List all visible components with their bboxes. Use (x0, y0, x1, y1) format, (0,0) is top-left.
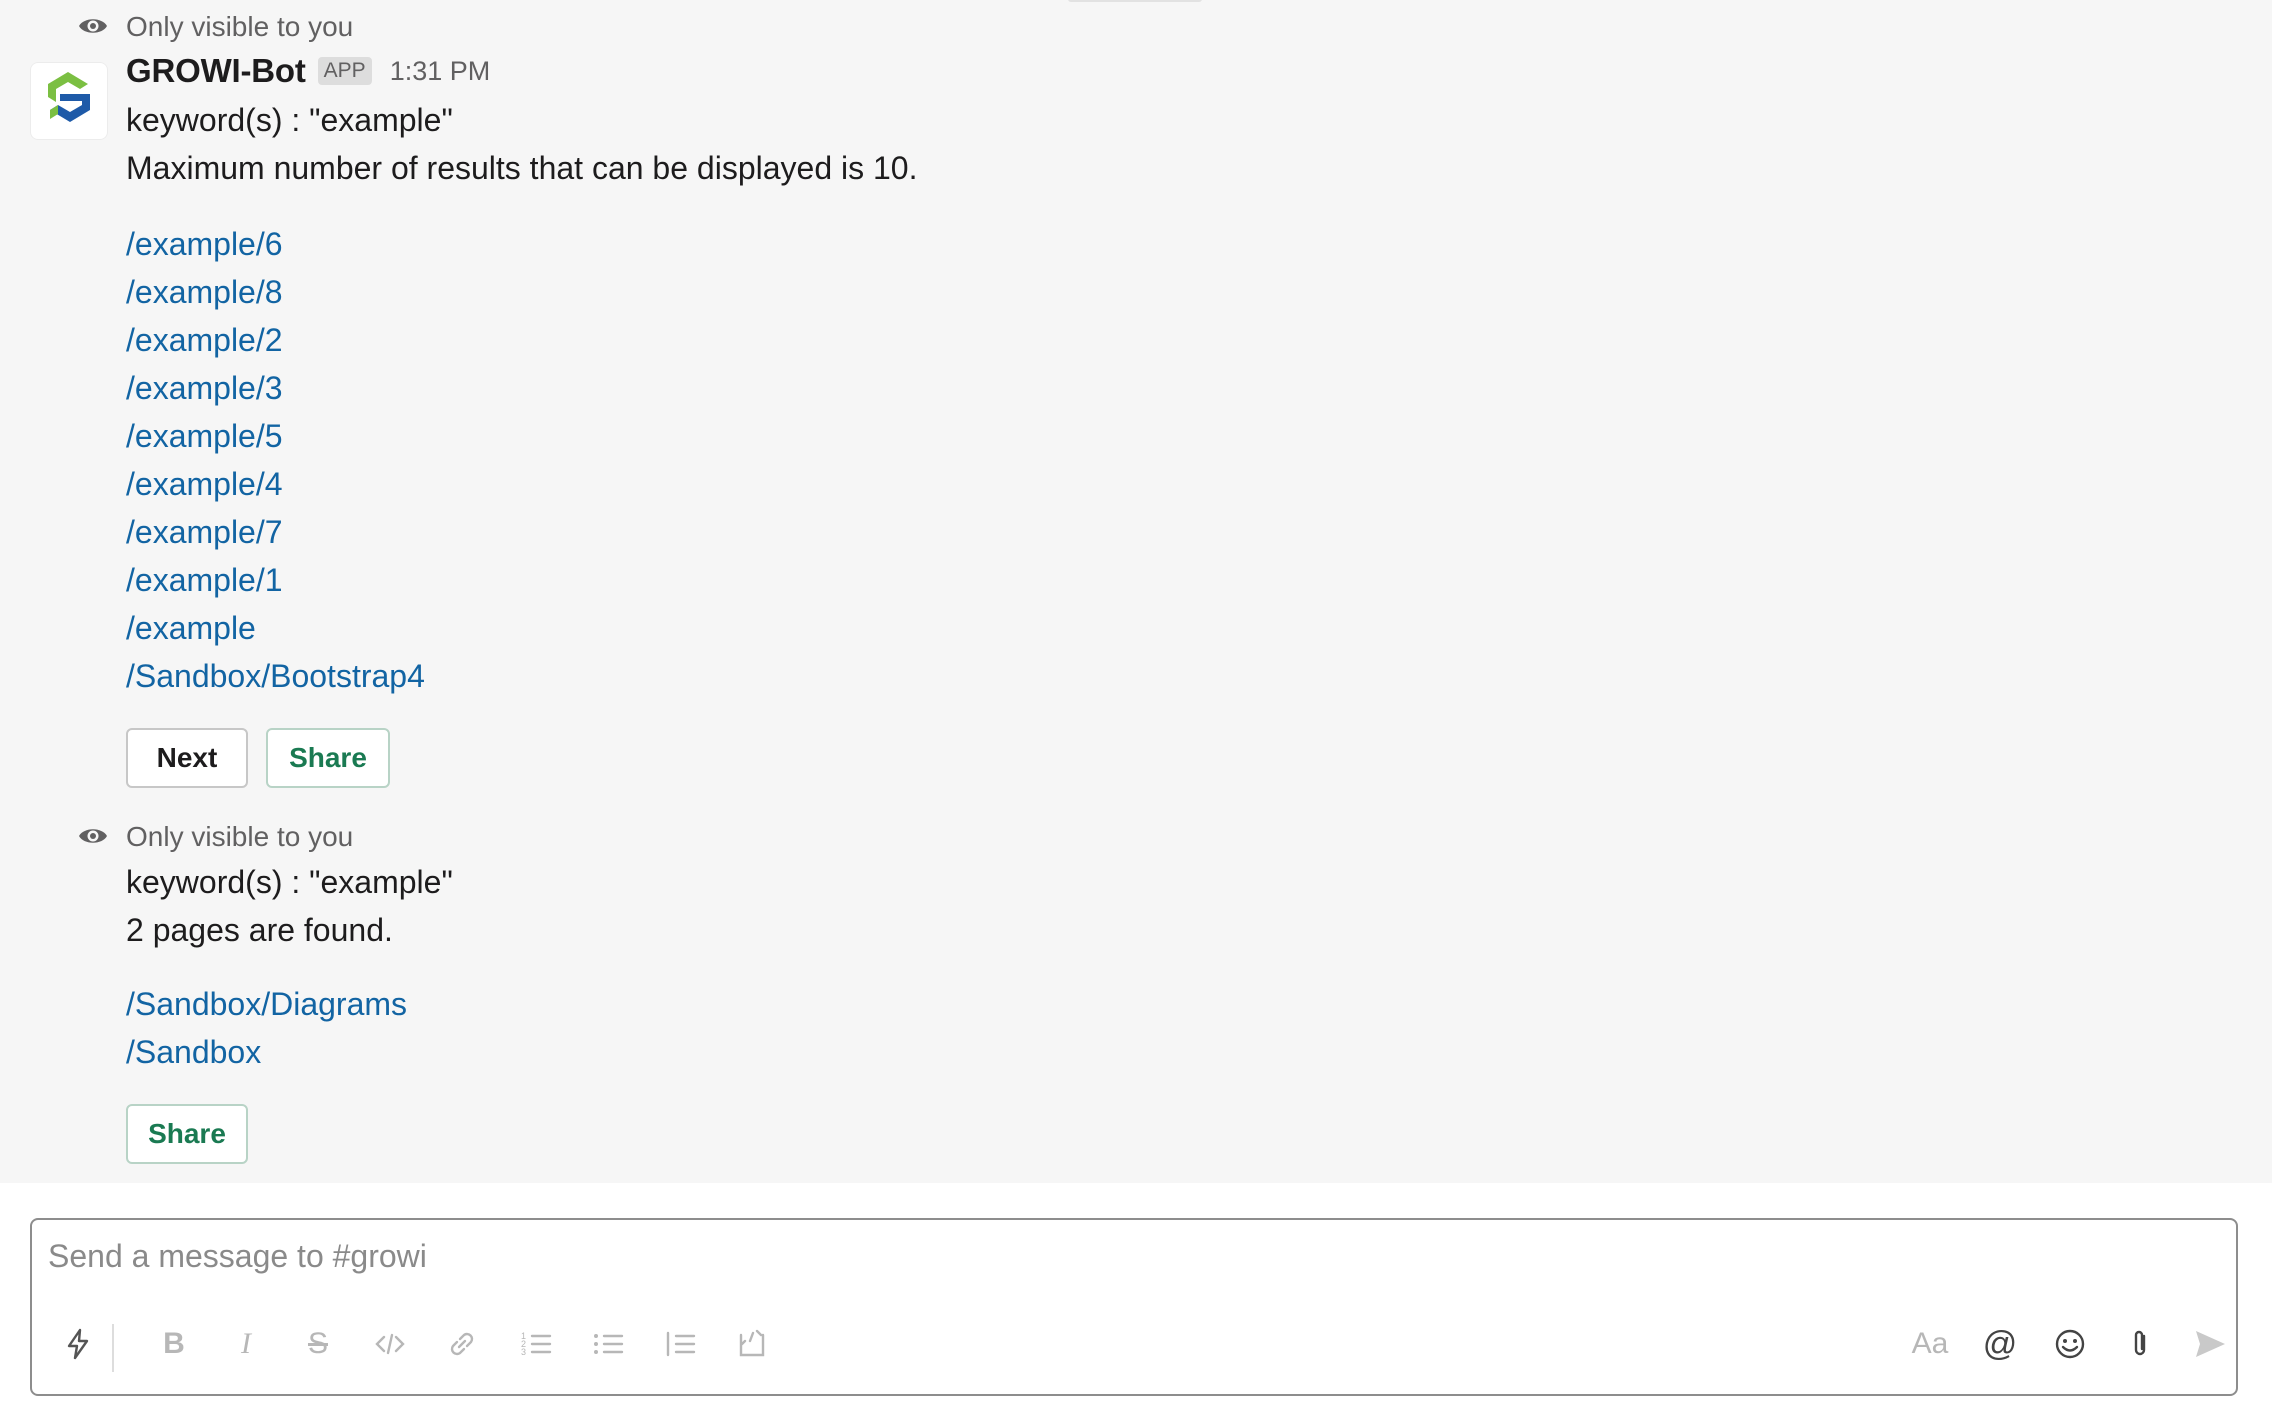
keyword-line: keyword(s) : "example" (126, 102, 453, 138)
svg-text:3: 3 (521, 1347, 526, 1357)
result-link[interactable]: /example/6 (126, 226, 283, 263)
found-line: 2 pages are found. (126, 912, 393, 948)
code-icon[interactable] (370, 1324, 410, 1364)
next-button[interactable]: Next (126, 728, 248, 788)
send-icon[interactable] (2190, 1324, 2230, 1364)
eye-icon (79, 829, 107, 843)
result-link[interactable]: /example/8 (126, 274, 283, 311)
blockquote-icon[interactable] (660, 1324, 700, 1364)
bulleted-list-icon[interactable] (588, 1324, 628, 1364)
ordered-list-icon[interactable]: 123 (516, 1324, 556, 1364)
result-link[interactable]: /example/5 (126, 418, 283, 455)
growi-logo-icon (48, 72, 90, 122)
toolbar-divider (112, 1324, 114, 1372)
result-link[interactable]: /example (126, 610, 256, 647)
mention-icon[interactable]: @ (1980, 1324, 2020, 1364)
shortcuts-icon[interactable] (58, 1324, 98, 1364)
keyword-line: keyword(s) : "example" (126, 864, 453, 900)
share-button[interactable]: Share (126, 1104, 248, 1164)
result-link[interactable]: /example/4 (126, 466, 283, 503)
share-button[interactable]: Share (266, 728, 390, 788)
result-link[interactable]: /Sandbox/Bootstrap4 (126, 658, 425, 695)
message-timestamp[interactable]: 1:31 PM (390, 56, 491, 87)
message-input[interactable]: Send a message to #growi (48, 1238, 427, 1275)
bold-icon[interactable]: B (154, 1324, 194, 1364)
result-link[interactable]: /Sandbox/Diagrams (126, 986, 407, 1023)
result-link[interactable]: /Sandbox (126, 1034, 261, 1071)
message-composer: Send a message to #growi B I S 123 Aa @ (30, 1218, 2238, 1396)
max-results-line: Maximum number of results that can be di… (126, 150, 918, 186)
bot-name[interactable]: GROWI-Bot (126, 52, 306, 90)
result-link[interactable]: /example/2 (126, 322, 283, 359)
emoji-icon[interactable] (2050, 1324, 2090, 1364)
app-badge: APP (317, 57, 372, 85)
code-block-icon[interactable] (732, 1324, 772, 1364)
bot-avatar[interactable] (30, 62, 108, 140)
eye-icon (79, 19, 107, 33)
message-list: Only visible to you GROWI-Bot APP 1:31 P… (0, 0, 2272, 1183)
strikethrough-icon[interactable]: S (298, 1324, 338, 1364)
link-icon[interactable] (442, 1324, 482, 1364)
formatting-icon[interactable]: Aa (1910, 1324, 1950, 1364)
result-link[interactable]: /example/3 (126, 370, 283, 407)
ephemeral-label: Only visible to you (126, 821, 354, 852)
italic-icon[interactable]: I (226, 1324, 266, 1364)
attach-icon[interactable] (2120, 1324, 2160, 1364)
result-link[interactable]: /example/7 (126, 514, 283, 551)
ephemeral-label: Only visible to you (126, 11, 354, 42)
message-header: GROWI-Bot APP 1:31 PM (126, 52, 490, 90)
result-link[interactable]: /example/1 (126, 562, 283, 599)
scroll-handle[interactable] (1068, 0, 1202, 2)
